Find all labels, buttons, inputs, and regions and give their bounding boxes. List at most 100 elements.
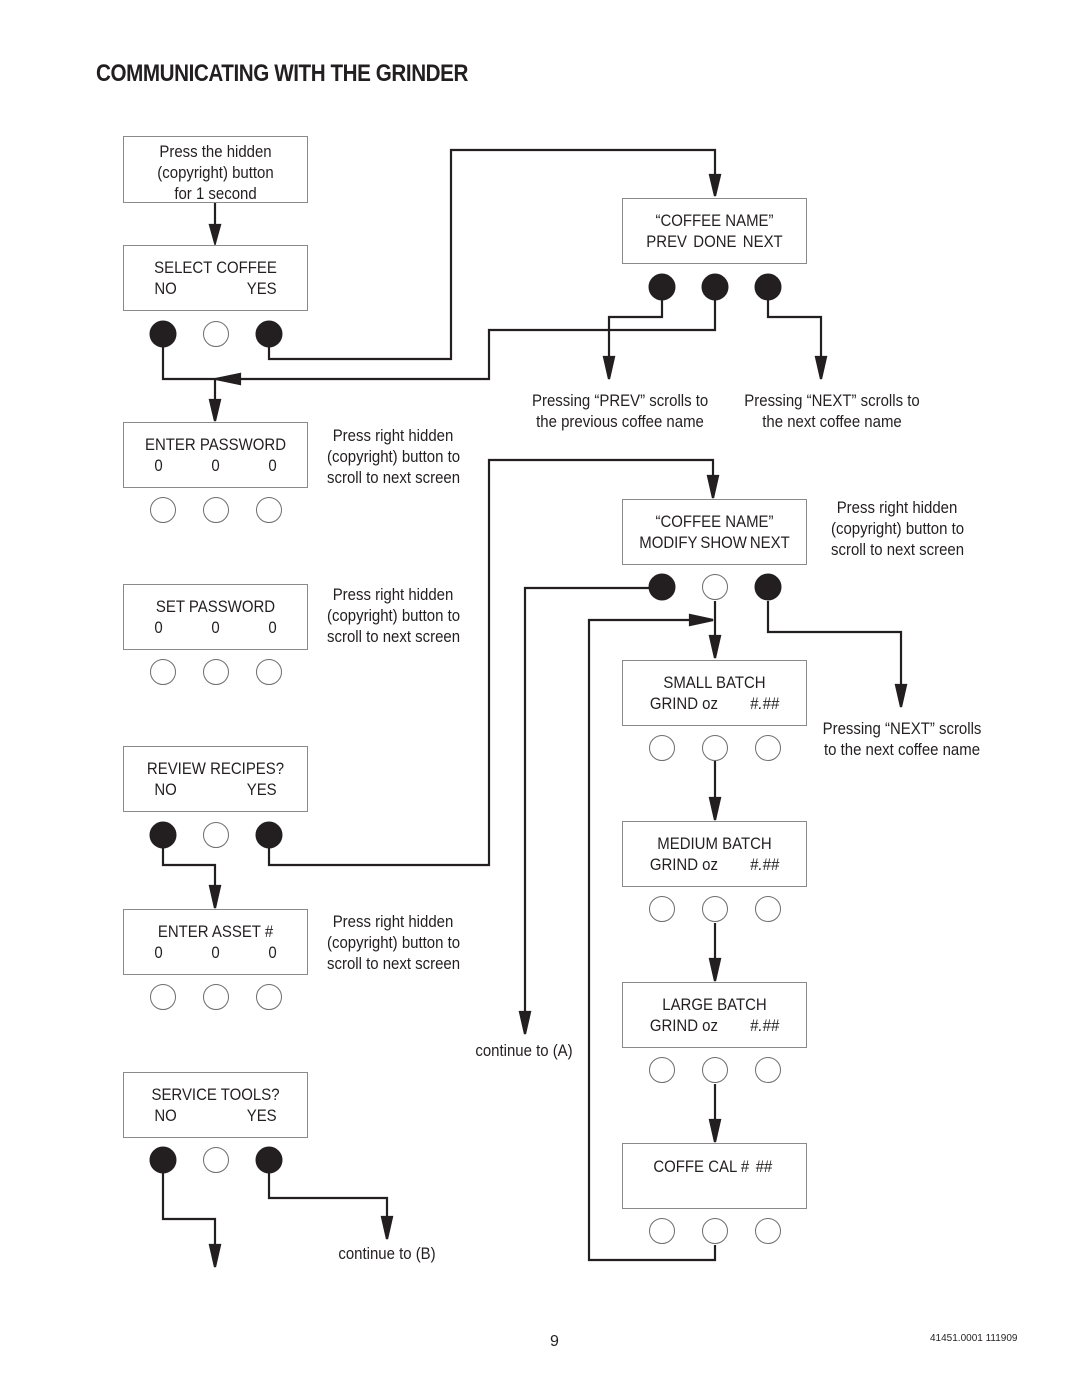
screen-coffee-name-browse: “COFFEE NAME” PREV DONE NEXT [622, 198, 807, 264]
continue-to-a-label: continue to (A) [475, 1041, 573, 1060]
arrow-to-large [708, 957, 722, 982]
coffee-name-2-left-button-pressed[interactable] [648, 573, 676, 601]
screen-select-coffee: SELECT COFFEE NO YES [123, 245, 308, 311]
screen-coffee-cal: COFFE CAL # ## [622, 1143, 807, 1209]
screen-title: “COFFEE NAME” [655, 512, 774, 531]
enter-password-middle-button[interactable] [203, 497, 229, 523]
enter-password-right-button[interactable] [256, 497, 282, 523]
grind-value: #.## [750, 694, 780, 713]
arrow-to-medium [708, 796, 722, 821]
coffee-name-2-right-button-pressed[interactable] [754, 573, 782, 601]
arrow-loop-return [688, 613, 714, 627]
screen-enter-password: ENTER PASSWORD 0 0 0 [123, 422, 308, 488]
start-line-3: for 1 second [174, 184, 257, 203]
connector-service-no [161, 1161, 217, 1266]
screen-title: ENTER PASSWORD [144, 435, 287, 454]
option-no: NO [154, 1106, 177, 1125]
option-prev: PREV [646, 232, 688, 251]
set-password-middle-button[interactable] [203, 659, 229, 685]
large-batch-left-button[interactable] [649, 1057, 675, 1083]
screen-title: SELECT COFFEE [154, 258, 277, 277]
review-recipes-right-button-pressed[interactable] [255, 821, 283, 849]
coffee-name-1-middle-button-pressed[interactable] [701, 273, 729, 301]
page-number: 9 [550, 1333, 559, 1350]
start-instruction-box: Press the hidden (copyright) button for … [123, 136, 308, 203]
start-line-1: Press the hidden [159, 142, 272, 161]
note-prev: Pressing “PREV” scrolls to the previous … [532, 390, 708, 432]
arrow-continue-a [518, 1010, 532, 1035]
option-next: NEXT [749, 533, 790, 552]
enter-asset-left-button[interactable] [150, 984, 176, 1010]
start-line-2: (copyright) button [157, 163, 274, 182]
medium-batch-right-button[interactable] [755, 896, 781, 922]
cal-label: COFFE CAL # [653, 1157, 750, 1176]
arrow-next-top [814, 355, 828, 380]
coffee-cal-left-button[interactable] [649, 1218, 675, 1244]
coffee-name-1-right-button-pressed[interactable] [754, 273, 782, 301]
connector-review-no [161, 836, 217, 907]
note-enter-password: Press right hidden (copyright) button to… [327, 425, 461, 488]
continue-to-b-label: continue to (B) [338, 1244, 436, 1263]
select-coffee-middle-button[interactable] [203, 321, 229, 347]
screen-coffee-name-review: “COFFEE NAME” MODIFY SHOW NEXT [622, 499, 807, 565]
note-line: Press right hidden [332, 585, 454, 604]
enter-asset-right-button[interactable] [256, 984, 282, 1010]
connector-prev [607, 289, 664, 378]
option-yes: YES [246, 780, 277, 799]
note-enter-asset: Press right hidden (copyright) button to… [327, 911, 461, 974]
review-recipes-left-button-pressed[interactable] [149, 821, 177, 849]
enter-asset-middle-button[interactable] [203, 984, 229, 1010]
set-password-right-button[interactable] [256, 659, 282, 685]
coffee-name-1-left-button-pressed[interactable] [648, 273, 676, 301]
medium-batch-left-button[interactable] [649, 896, 675, 922]
service-tools-right-button-pressed[interactable] [255, 1146, 283, 1174]
note-line: Press right hidden [332, 912, 454, 931]
enter-password-left-button[interactable] [150, 497, 176, 523]
note-line: Pressing “NEXT” scrolls to [744, 391, 920, 410]
small-batch-left-button[interactable] [649, 735, 675, 761]
connector-modify-to-a [523, 586, 662, 1033]
option-no: NO [154, 780, 177, 799]
small-batch-middle-button[interactable] [702, 735, 728, 761]
service-tools-middle-button[interactable] [203, 1147, 229, 1173]
select-coffee-right-button-pressed[interactable] [255, 320, 283, 348]
select-coffee-left-button-pressed[interactable] [149, 320, 177, 348]
screen-title: SET PASSWORD [155, 597, 276, 616]
note-line: (copyright) button to [327, 933, 461, 952]
large-batch-right-button[interactable] [755, 1057, 781, 1083]
coffee-cal-middle-button[interactable] [702, 1218, 728, 1244]
screen-service-tools: SERVICE TOOLS? NO YES [123, 1072, 308, 1138]
option-yes: YES [246, 1106, 277, 1125]
note-coffee-name-review: Press right hidden (copyright) button to… [831, 497, 964, 560]
digit-2: 0 [211, 943, 220, 962]
screen-title: SERVICE TOOLS? [151, 1085, 280, 1104]
arrow-to-enter-password [208, 398, 222, 422]
screen-enter-asset: ENTER ASSET # 0 0 0 [123, 909, 308, 975]
note-line: the next coffee name [762, 412, 902, 431]
digit-3: 0 [268, 456, 277, 475]
grind-label: GRIND oz [649, 694, 718, 713]
note-line: scroll to next screen [327, 468, 461, 487]
arrow-to-enter-asset [208, 884, 222, 909]
set-password-left-button[interactable] [150, 659, 176, 685]
small-batch-right-button[interactable] [755, 735, 781, 761]
arrow-continue-b [380, 1215, 394, 1240]
document-id: 41451.0001 111909 [930, 1333, 1018, 1344]
note-line: to the next coffee name [823, 740, 981, 759]
note-line: (copyright) button to [327, 606, 461, 625]
digit-1: 0 [154, 456, 163, 475]
medium-batch-middle-button[interactable] [702, 896, 728, 922]
service-tools-left-button-pressed[interactable] [149, 1146, 177, 1174]
coffee-name-2-middle-button[interactable] [702, 574, 728, 600]
connector-service-yes [267, 1161, 389, 1238]
digit-2: 0 [211, 618, 220, 637]
coffee-cal-right-button[interactable] [755, 1218, 781, 1244]
large-batch-middle-button[interactable] [702, 1057, 728, 1083]
option-modify: MODIFY [639, 533, 698, 552]
screen-title: SMALL BATCH [663, 673, 766, 692]
screen-title: ENTER ASSET # [157, 922, 274, 941]
cal-value: ## [755, 1157, 773, 1176]
grind-label: GRIND oz [649, 855, 718, 874]
grind-label: GRIND oz [649, 1016, 718, 1035]
review-recipes-middle-button[interactable] [203, 822, 229, 848]
